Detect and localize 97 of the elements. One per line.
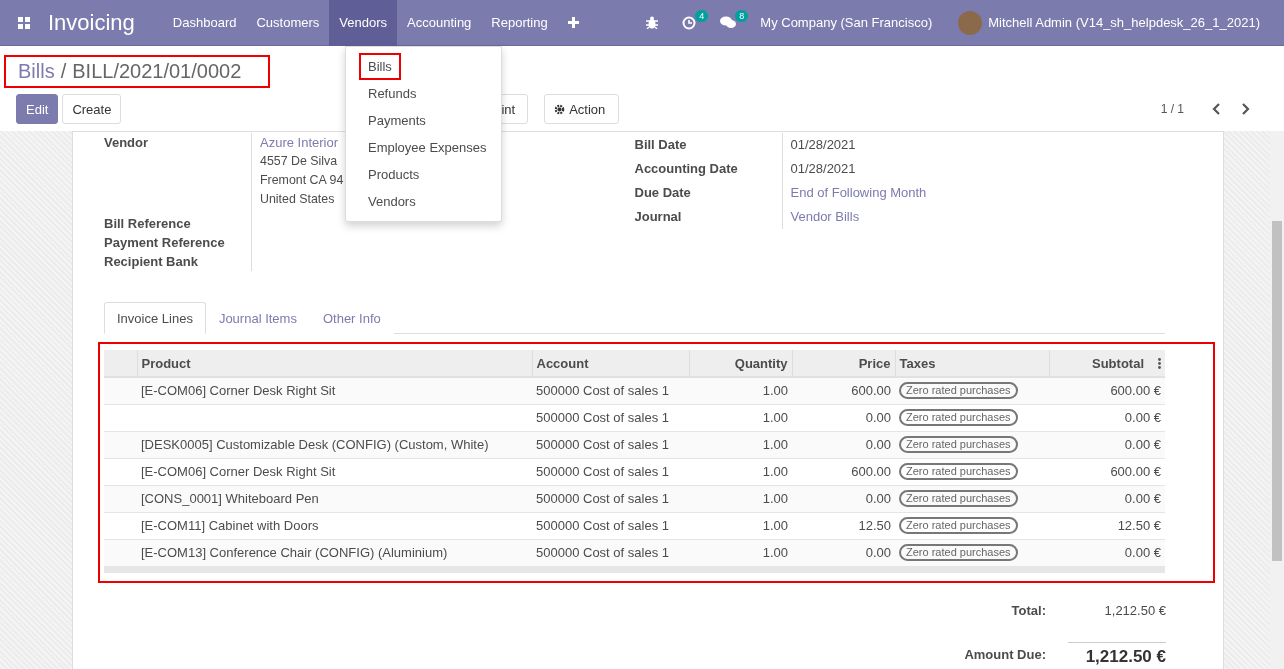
activity-count-badge: 4 [695, 9, 709, 22]
column-header[interactable]: Quantity [689, 350, 792, 377]
field-label: Accounting Date [634, 160, 739, 178]
vendor-address-line: 4557 De Silva [260, 153, 338, 170]
table-cell: 500000 Cost of sales 1 [532, 458, 689, 485]
nav-menu-item[interactable]: Vendors [329, 0, 397, 46]
tax-tag: Zero rated purchases [899, 382, 1018, 400]
notebook-tab[interactable]: Invoice Lines [104, 302, 206, 334]
vendor-link[interactable]: Azure Interior [260, 133, 339, 152]
nav-menu-item[interactable]: Reporting [481, 0, 558, 46]
column-options-icon[interactable] [1158, 357, 1161, 369]
column-header[interactable]: Taxes [895, 350, 1049, 377]
table-cell: 1.00 [689, 404, 792, 431]
table-cell: 1.00 [689, 512, 792, 539]
dropdown-item[interactable]: Products [359, 161, 429, 188]
dropdown-item[interactable]: Payments [359, 107, 435, 134]
table-cell: [DESK0005] Customizable Desk (CONFIG) (Custom, White) [137, 431, 532, 458]
table-cell: 500000 Cost of sales 1 [532, 431, 689, 458]
table-cell: [E-COM06] Corner Desk Right Sit [137, 458, 532, 485]
tax-tag: Zero rated purchases [899, 409, 1018, 426]
column-header[interactable]: Price [792, 350, 895, 377]
field-label: Bill Date [634, 136, 688, 154]
table-cell: 500000 Cost of sales 1 [532, 539, 689, 566]
app-name: Invoicing [48, 9, 135, 36]
total-label: Amount Due: [964, 647, 1046, 662]
total-label: Total: [1010, 603, 1046, 618]
table-cell: 0.00 € [1049, 485, 1165, 512]
table-cell: 600.00 [792, 377, 895, 404]
table-cell: 12.50 € [1049, 512, 1165, 539]
total-value: 1,212.50 € [1103, 603, 1166, 618]
company-switcher[interactable]: My Company (San Francisco) [748, 15, 945, 30]
scrollbar[interactable] [1270, 131, 1284, 669]
table-cell: 0.00 € [1049, 404, 1165, 431]
breadcrumb-separator: / [60, 60, 67, 83]
dropdown-item[interactable]: Vendors [359, 188, 425, 215]
message-count-badge: 8 [735, 9, 749, 22]
field-label: Vendor [104, 134, 150, 152]
field-label: Journal [634, 208, 683, 226]
field-label: Due Date [634, 184, 692, 202]
table-cell: 600.00 € [1049, 458, 1165, 485]
column-header[interactable]: Subtotal [1049, 350, 1165, 377]
vendor-address-line: United States [260, 191, 335, 208]
tax-tag: Zero rated purchases [899, 490, 1018, 507]
table-cell: 1.00 [689, 458, 792, 485]
table-cell: [E-COM11] Cabinet with Doors [137, 512, 532, 539]
table-cell: 1.00 [689, 377, 792, 404]
tax-tag: Zero rated purchases [899, 517, 1018, 534]
dropdown-item[interactable]: Refunds [359, 80, 426, 107]
table-cell: 500000 Cost of sales 1 [532, 485, 689, 512]
table-cell: 0.00 € [1049, 431, 1165, 458]
field-label: Payment Reference [104, 234, 226, 252]
table-cell: 1.00 [689, 485, 792, 512]
field-label: Recipient Bank [104, 253, 199, 271]
nav-menu-item[interactable]: Dashboard [162, 0, 247, 46]
breadcrumb-link[interactable]: Bills [18, 60, 55, 83]
field-link[interactable]: End of Following Month [790, 181, 927, 205]
table-cell: 12.50 [792, 512, 895, 539]
tax-tag: Zero rated purchases [899, 436, 1018, 453]
create-button[interactable]: Create [62, 94, 122, 124]
column-header[interactable]: Account [532, 350, 689, 377]
table-cell: 600.00 € [1049, 377, 1165, 404]
record-title: BILL/2021/01/0002 [72, 60, 242, 83]
table-cell: 1.00 [689, 539, 792, 566]
table-cell: 500000 Cost of sales 1 [532, 377, 689, 404]
dropdown-item[interactable]: Employee Expenses [359, 134, 496, 161]
activity-clock-icon[interactable] [682, 15, 697, 30]
action-button[interactable]: Action [544, 94, 620, 124]
dropdown-item[interactable]: Bills [359, 53, 401, 80]
chat-icon[interactable] [720, 16, 737, 29]
table-cell: 0.00 [792, 431, 895, 458]
table-cell: 0.00 [792, 485, 895, 512]
field-value: 01/28/2021 [790, 160, 856, 178]
amount-due-value: 1,212.50 € [1068, 642, 1166, 667]
field-value: 01/28/2021 [790, 136, 856, 154]
table-cell: [CONS_0001] Whiteboard Pen [137, 485, 532, 512]
table-cell: [E-COM13] Conference Chair (CONFIG) (Aluminium) [137, 539, 532, 566]
column-header[interactable]: Product [137, 350, 532, 377]
field-label: Bill Reference [104, 215, 192, 233]
table-cell: 0.00 [792, 404, 895, 431]
nav-menu-item[interactable]: Accounting [397, 0, 482, 46]
tax-tag: Zero rated purchases [899, 544, 1018, 561]
gear-icon [554, 103, 566, 115]
edit-button[interactable]: Edit [16, 94, 59, 124]
user-menu[interactable]: Mitchell Admin (V14_sh_helpdesk_26_1_2021) [982, 15, 1272, 30]
table-cell: 0.00 [792, 539, 895, 566]
pager-counter: 1 / 1 [1160, 102, 1184, 116]
table-cell: 500000 Cost of sales 1 [532, 512, 689, 539]
vendor-address-line: Fremont CA 94 [260, 172, 344, 189]
table-cell: 500000 Cost of sales 1 [532, 404, 689, 431]
table-cell: [E-COM06] Corner Desk Right Sit [137, 377, 532, 404]
bug-icon[interactable] [646, 16, 659, 29]
field-link[interactable]: Vendor Bills [790, 205, 860, 229]
nav-menu-item[interactable]: Customers [246, 0, 330, 46]
tax-tag: Zero rated purchases [899, 463, 1018, 480]
table-cell: 0.00 € [1049, 539, 1165, 566]
table-cell: 600.00 [792, 458, 895, 485]
table-cell: 1.00 [689, 431, 792, 458]
